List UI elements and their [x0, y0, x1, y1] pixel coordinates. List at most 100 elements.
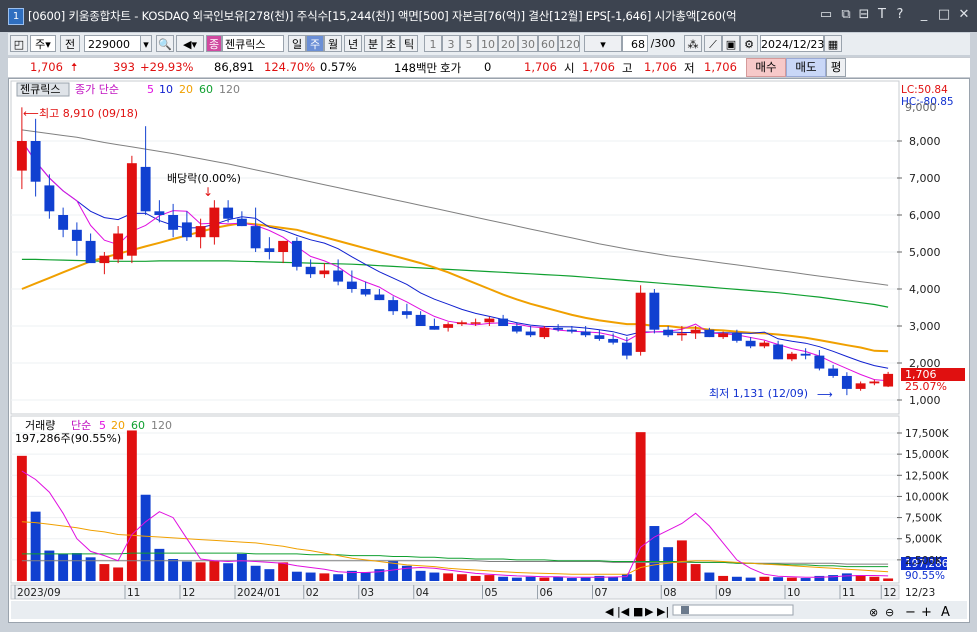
candle-body — [291, 240, 302, 267]
volume-bar — [470, 575, 481, 581]
candle-body — [250, 226, 261, 249]
tab-tick[interactable]: 틱 — [400, 35, 418, 52]
x-axis-label: 05 — [485, 587, 498, 599]
prev-button[interactable]: 전 — [60, 35, 80, 52]
close-icon[interactable]: ✕ — [956, 7, 972, 23]
period-value: 주 — [35, 38, 46, 51]
indicator-icon[interactable]: ⁂ — [684, 35, 702, 52]
zoom-reset-icon[interactable]: ⊖ — [885, 606, 894, 619]
interval-120[interactable]: 120 — [558, 35, 580, 52]
candle-body — [374, 294, 385, 301]
volume-bar — [828, 575, 839, 581]
volume-bar — [718, 575, 729, 581]
volume-bar — [635, 432, 646, 581]
volume-value: 86,891 — [214, 60, 255, 74]
candle-body — [484, 318, 495, 323]
price-change-pct: +29.93% — [140, 60, 194, 74]
interval-5[interactable]: 5 — [460, 35, 478, 52]
volume-bar — [291, 571, 302, 581]
x-axis-label: 03 — [361, 587, 374, 599]
restore-icon[interactable]: ⧉ — [838, 7, 854, 23]
interval-30[interactable]: 30 — [518, 35, 538, 52]
interval-60[interactable]: 60 — [538, 35, 558, 52]
tab-day[interactable]: 일 — [288, 35, 306, 52]
tab-week[interactable]: 주 — [306, 35, 324, 52]
zoom-fit-icon[interactable]: ⊗ — [869, 606, 878, 619]
zoom-in-icon[interactable]: + — [921, 605, 932, 620]
buy-button[interactable]: 매수 — [746, 58, 786, 77]
price-axis-label: 1,000 — [909, 394, 941, 407]
candle-body — [690, 329, 701, 334]
price-axis-top-label: 9,000 — [905, 101, 937, 114]
tab-second[interactable]: 초 — [382, 35, 400, 52]
interval-20[interactable]: 20 — [498, 35, 518, 52]
tab-minute[interactable]: 분 — [364, 35, 382, 52]
zoom-out-icon[interactable]: − — [905, 605, 916, 620]
interval-10[interactable]: 10 — [478, 35, 498, 52]
link-icon[interactable]: ⊟ — [856, 7, 872, 23]
low-label: 저 — [684, 61, 695, 75]
interval-dropdown[interactable]: ▾ — [584, 35, 622, 52]
zoom-slider-thumb[interactable] — [681, 606, 689, 614]
candle-body — [580, 331, 591, 336]
tab-year[interactable]: 년 — [344, 35, 362, 52]
help-icon[interactable]: ? — [892, 7, 908, 23]
chart-canvas[interactable]: 젠큐릭스 종가 단순 5 10 20 60 120 LC:50.84 HC:-8… — [9, 79, 969, 622]
scroll-stop-icon[interactable]: ■ — [633, 605, 643, 618]
candle-body — [869, 381, 880, 384]
x-axis-label: 09 — [718, 587, 731, 599]
average-button[interactable]: 평 — [826, 58, 846, 77]
pin-icon[interactable]: T — [874, 7, 890, 23]
low-price: 1,706 — [704, 60, 737, 74]
draw-tool-icon[interactable]: ⟋ — [704, 35, 722, 52]
scroll-bar[interactable] — [11, 601, 967, 619]
save-layout-icon[interactable]: ▭ — [818, 7, 834, 23]
minimize-icon[interactable]: _ — [916, 7, 932, 23]
sell-button[interactable]: 매도 — [786, 58, 826, 77]
maximize-icon[interactable]: □ — [936, 7, 952, 23]
candle-body — [525, 331, 536, 336]
volume-bar — [195, 562, 206, 581]
scroll-first-icon[interactable]: |◀ — [617, 605, 630, 618]
layout-icon[interactable]: ◰ — [10, 35, 28, 52]
last-price-pct: 25.07% — [905, 380, 947, 393]
volume-bar — [869, 576, 880, 581]
stock-name-field[interactable]: 젠큐릭스 — [222, 35, 284, 52]
calendar-icon[interactable]: ▦ — [824, 35, 842, 52]
data-count-input[interactable]: 68 — [622, 35, 648, 52]
chart-area[interactable]: 젠큐릭스 종가 단순 5 10 20 60 120 LC:50.84 HC:-8… — [8, 78, 970, 623]
search-icon[interactable]: 🔍 — [156, 35, 174, 52]
hoga-label: 호가 — [440, 61, 462, 75]
volume-axis-label: 5,000K — [905, 534, 943, 546]
volume-bar — [649, 526, 660, 581]
volume-bar — [786, 577, 797, 581]
volume-bar — [841, 573, 852, 581]
interval-1[interactable]: 1 — [424, 35, 442, 52]
sound-icon[interactable]: ◀▾ — [176, 35, 204, 52]
candle-body — [621, 342, 632, 356]
high-price: 1,706 — [644, 60, 677, 74]
date-input[interactable]: 2024/12/23 — [760, 35, 824, 52]
gear-icon[interactable]: ⚙ — [740, 35, 758, 52]
font-size-icon[interactable]: A — [941, 605, 950, 620]
candle-body — [140, 166, 151, 212]
zoom-slider[interactable] — [672, 604, 794, 616]
code-dropdown-icon[interactable]: ▾ — [140, 35, 152, 52]
window-number-badge: 1 — [8, 8, 24, 25]
volume-axis-label: 2,500K — [905, 555, 943, 567]
candle-body — [745, 340, 756, 347]
tab-month[interactable]: 월 — [324, 35, 342, 52]
high-annotation-arrow: ⟵ — [23, 107, 39, 120]
interval-3[interactable]: 3 — [442, 35, 460, 52]
price-ma20-label: 20 — [179, 83, 193, 96]
candle-body — [44, 185, 55, 212]
volume-bar — [883, 578, 894, 581]
scroll-next-icon[interactable]: ▶ — [645, 605, 654, 618]
period-select[interactable]: 주▾ — [30, 35, 56, 52]
scroll-last-icon[interactable]: ▶| — [657, 605, 669, 618]
scroll-prev-icon[interactable]: ◀ — [605, 605, 614, 618]
save-icon[interactable]: ▣ — [722, 35, 740, 52]
volume-bar — [745, 577, 756, 581]
volume-bar — [113, 567, 124, 581]
volume-bar — [360, 572, 371, 581]
